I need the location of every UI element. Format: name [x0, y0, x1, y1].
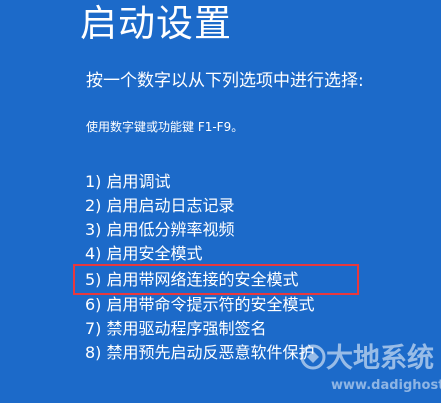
option-enable-debugging[interactable]: 1) 启用调试 — [83, 170, 357, 194]
option-enable-safe-mode-with-command-prompt[interactable]: 6) 启用带命令提示符的安全模式 — [83, 293, 357, 317]
option-disable-early-launch-anti-malware[interactable]: 8) 禁用预先启动反恶意软件保护 — [83, 341, 357, 365]
instruction-text: 按一个数字以从下列选项中进行选择: — [86, 71, 364, 91]
option-enable-safe-mode-with-networking[interactable]: 5) 启用带网络连接的安全模式 — [73, 264, 359, 295]
page-title: 启动设置 — [80, 2, 232, 45]
option-enable-low-resolution-video[interactable]: 3) 启用低分辨率视频 — [83, 218, 357, 242]
watermark-url: www.dadighost.com — [331, 378, 441, 393]
key-hint-text: 使用数字键或功能键 F1-F9。 — [86, 120, 244, 134]
option-enable-safe-mode[interactable]: 4) 启用安全模式 — [83, 242, 357, 266]
option-disable-driver-signature-enforcement[interactable]: 7) 禁用驱动程序强制签名 — [83, 317, 357, 341]
option-enable-boot-logging[interactable]: 2) 启用启动日志记录 — [83, 194, 357, 218]
startup-settings-screen: 启动设置 按一个数字以从下列选项中进行选择: 使用数字键或功能键 F1-F9。 … — [0, 0, 441, 403]
startup-options-list: 1) 启用调试 2) 启用启动日志记录 3) 启用低分辨率视频 4) 启用安全模… — [73, 170, 359, 365]
